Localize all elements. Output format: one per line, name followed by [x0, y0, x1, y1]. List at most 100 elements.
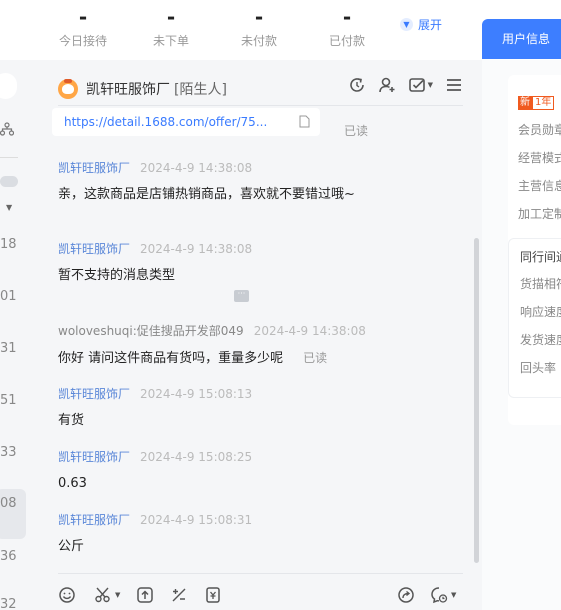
shop-name[interactable]: 凯轩旺服饰厂: [86, 79, 170, 99]
message-text: 亲，这款商品是店铺热销商品，喜欢就不要错过哦~: [58, 187, 355, 202]
stat-unpaid: - 未付款: [219, 4, 299, 49]
stat-not-ordered: - 未下单: [131, 4, 211, 49]
product-link-card[interactable]: https://detail.1688.com/offer/75...: [52, 108, 320, 136]
message-time: 2024-4-9 15:08:13: [140, 387, 253, 401]
stat-label: 已付款: [328, 34, 365, 48]
contact-list-panel: ▼ 18 01 31 51 33 08 36 32: [0, 60, 38, 610]
message: 凯轩旺服饰厂 2024-4-9 15:08:31 公斤: [58, 511, 388, 557]
message: 凯轩旺服饰厂 2024-4-9 14:38:08 亲，这款商品是店铺热销商品，喜欢…: [58, 159, 388, 205]
message-text: 你好 请问这件商品有货吗，重量多少呢 已读: [58, 348, 378, 369]
stat-today-reception: - 今日接待: [43, 4, 123, 49]
read-status: 已读: [303, 351, 328, 365]
list-item-count[interactable]: 01: [0, 289, 26, 304]
list-item-count[interactable]: 32: [0, 597, 26, 610]
info-row: 加工定制: [518, 207, 561, 221]
list-item-count[interactable]: 31: [0, 341, 26, 356]
message-text: 有货: [58, 413, 85, 428]
divider: [0, 157, 18, 158]
calculator-icon[interactable]: [170, 586, 188, 604]
upload-file-icon[interactable]: [136, 586, 154, 604]
message: 凯轩旺服饰厂 2024-4-9 15:08:25 0.63: [58, 448, 388, 494]
message-text: 暂不支持的消息类型: [58, 268, 176, 283]
list-item-count-active[interactable]: 08: [0, 489, 26, 539]
chat-bubble-icon: [431, 587, 448, 604]
list-item-count[interactable]: 36: [0, 549, 26, 564]
search-input[interactable]: [0, 73, 17, 99]
share-icon[interactable]: [397, 586, 415, 604]
message-time: 2024-4-9 14:38:08: [140, 161, 253, 175]
chevron-down-icon[interactable]: ▼: [6, 203, 12, 212]
scissors-icon: [95, 587, 110, 603]
product-link[interactable]: https://detail.1688.com/offer/75...: [64, 115, 267, 129]
message-sender: woloveshuqi:促佳搜品开发部049: [58, 324, 244, 338]
add-contact-icon[interactable]: [378, 76, 396, 94]
checklist-icon: [408, 78, 425, 92]
message-time: 2024-4-9 14:38:08: [140, 242, 253, 256]
menu-icon[interactable]: [445, 76, 463, 94]
org-tree-icon[interactable]: [0, 122, 14, 136]
shop-avatar[interactable]: [58, 78, 78, 99]
tab-user-info[interactable]: 用户信息: [482, 19, 561, 59]
stat-value: -: [342, 5, 352, 29]
peer-title: 同行间通: [520, 250, 561, 264]
info-row: 经营模式: [518, 151, 561, 165]
composer-toolbar: ▼ ▼: [58, 586, 463, 608]
user-info-panel: 新1年 会员勋章 经营模式 主营信息 加工定制 同行间通 货描相符 响应速度 发…: [482, 60, 561, 610]
chevron-down-icon: ▼: [427, 81, 433, 89]
message-sender: 凯轩旺服饰厂: [58, 242, 131, 256]
message-time: 2024-4-9 14:38:08: [253, 324, 366, 338]
message-sender: 凯轩旺服饰厂: [58, 161, 131, 175]
stat-value: -: [78, 5, 88, 29]
expand-label: 展开: [418, 18, 443, 32]
document-icon: [299, 115, 310, 128]
message: 凯轩旺服饰厂 2024-4-9 15:08:13 有货: [58, 385, 388, 431]
more-icon[interactable]: ···: [234, 290, 249, 302]
message-sender: 凯轩旺服饰厂: [58, 513, 131, 527]
info-row: 主营信息: [518, 179, 561, 193]
list-item-count[interactable]: 18: [0, 237, 26, 252]
peer-row: 回头率: [520, 361, 557, 375]
stat-value: -: [166, 5, 176, 29]
message-text: 公斤: [58, 539, 85, 554]
message-time: 2024-4-9 15:08:31: [140, 513, 253, 527]
stats-bar: - 今日接待 - 未下单 - 未付款 - 已付款 ▼ 展开: [0, 0, 561, 60]
list-item-count[interactable]: 51: [0, 393, 26, 408]
stat-value: -: [254, 5, 264, 29]
message-sender: 凯轩旺服饰厂: [58, 450, 131, 464]
read-status: 已读: [344, 124, 369, 138]
task-menu-button[interactable]: ▼: [408, 76, 433, 94]
message-time: 2024-4-9 15:08:25: [140, 450, 253, 464]
message: woloveshuqi:促佳搜品开发部049 2024-4-9 14:38:08 …: [58, 322, 378, 369]
message-text-content: 你好 请问这件商品有货吗，重量多少呢: [58, 351, 284, 366]
stat-label: 未付款: [240, 34, 277, 48]
peer-row: 响应速度: [520, 305, 561, 319]
stat-paid: - 已付款: [307, 4, 387, 49]
expand-button[interactable]: ▼ 展开: [400, 16, 442, 33]
quick-reply-button[interactable]: ▼: [430, 586, 456, 604]
chevron-down-icon: ▼: [115, 591, 121, 599]
peer-row: 货描相符: [520, 277, 561, 291]
peer-row: 发货速度: [520, 333, 561, 347]
refresh-icon[interactable]: [348, 76, 366, 94]
info-row: 会员勋章: [518, 123, 561, 137]
emoji-icon[interactable]: [58, 586, 76, 604]
new-badge: 新: [518, 96, 532, 110]
message-sender: 凯轩旺服饰厂: [58, 387, 131, 401]
chat-panel: 凯轩旺服饰厂 [陌生人] ▼ https://detail.1688.com/o…: [38, 60, 482, 610]
coupon-icon[interactable]: [204, 586, 222, 604]
toggle-switch[interactable]: [0, 176, 18, 187]
membership-badge: 新 1年: [518, 90, 555, 110]
divider: [58, 573, 463, 574]
scrollbar[interactable]: [474, 238, 479, 563]
stat-label: 今日接待: [58, 34, 107, 48]
list-item-count[interactable]: 33: [0, 445, 26, 460]
message: 凯轩旺服饰厂 2024-4-9 14:38:08 暂不支持的消息类型: [58, 240, 388, 286]
chevron-down-icon: ▼: [451, 591, 457, 599]
chat-header: 凯轩旺服饰厂 [陌生人] ▼: [58, 72, 463, 106]
stranger-tag: [陌生人]: [174, 81, 227, 98]
stat-label: 未下单: [152, 34, 189, 48]
screenshot-button[interactable]: ▼: [94, 586, 120, 604]
chevron-down-icon: ▼: [400, 18, 413, 31]
message-text: 0.63: [58, 476, 87, 491]
year-badge: 1年: [532, 96, 555, 110]
